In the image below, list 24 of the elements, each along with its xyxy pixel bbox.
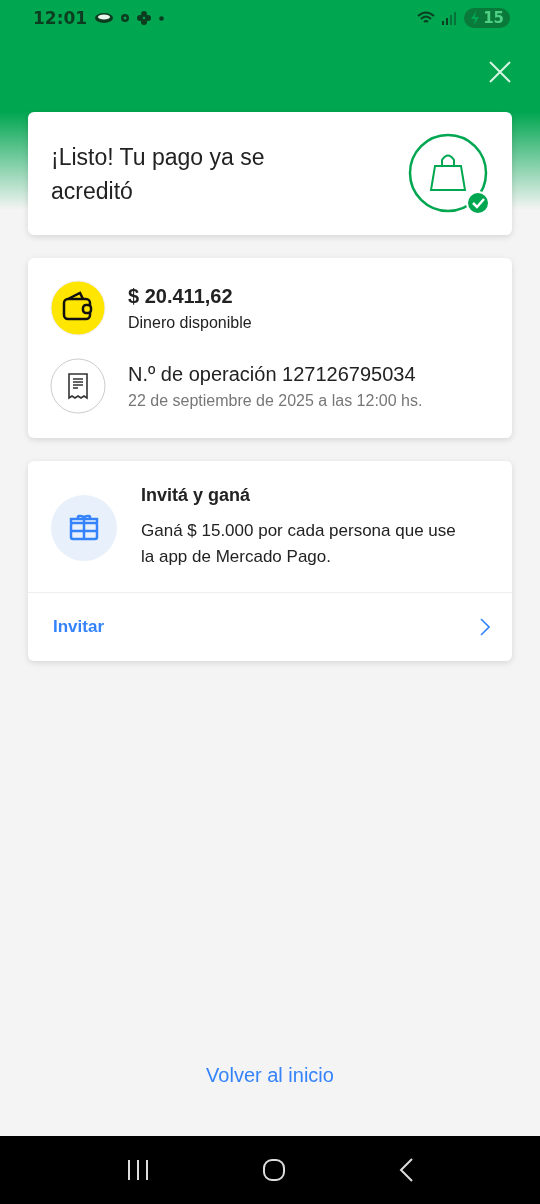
success-title: ¡Listo! Tu pago ya se acreditó — [51, 142, 266, 206]
invite-link[interactable]: Invitar — [28, 593, 512, 661]
wifi-signal-icon — [416, 10, 457, 26]
invite-title: Invitá y ganá — [141, 485, 252, 506]
status-time: 12:01 — [33, 8, 88, 28]
home-icon[interactable] — [262, 1158, 286, 1182]
receipt-icon — [50, 358, 106, 414]
detail-subtitle: 22 de septiembre de 2025 a las 12:00 hs. — [128, 391, 423, 410]
close-button[interactable] — [488, 60, 512, 84]
detail-subtitle: Dinero disponible — [128, 313, 252, 332]
recent-apps-icon[interactable] — [126, 1159, 150, 1181]
invite-description: Ganá $ 15.000 por cada persona que use la app de Mercado Pago. — [141, 520, 457, 568]
flower-icon — [137, 11, 152, 25]
battery-indicator: 15 — [464, 8, 510, 28]
dot-icon — [159, 15, 165, 21]
handshake-icon — [95, 13, 114, 23]
back-icon[interactable] — [398, 1158, 414, 1182]
wallet-icon — [50, 280, 106, 336]
chevron-right-icon — [480, 618, 490, 636]
detail-title: N.º de operación 127126795034 — [128, 362, 417, 386]
detail-title: $ 20.411,62 — [128, 284, 234, 308]
back-home-link[interactable]: Volver al inicio — [200, 1063, 340, 1088]
gift-icon — [51, 494, 117, 561]
ring-icon — [121, 14, 130, 22]
